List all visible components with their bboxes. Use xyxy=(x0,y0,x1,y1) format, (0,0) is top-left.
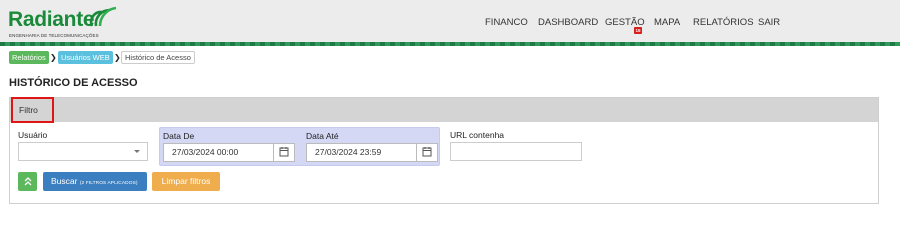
calendar-icon xyxy=(279,147,289,157)
page-title: HISTÓRICO DE ACESSO xyxy=(9,77,138,89)
search-button-note: (2 FILTROS APLICADOS) xyxy=(79,181,138,186)
filter-panel-header[interactable]: Filtro xyxy=(10,97,878,123)
highlight-box xyxy=(11,97,54,123)
nav-item-sair[interactable]: SAIR xyxy=(758,17,780,28)
data-ate-label: Data Até xyxy=(306,131,339,141)
double-chevron-up-icon xyxy=(24,177,31,186)
caret-down-icon xyxy=(134,150,140,153)
clear-filters-button[interactable]: Limpar filtros xyxy=(152,172,220,191)
nav-item-dashboard[interactable]: DASHBOARD xyxy=(538,17,598,28)
nav-item-financo[interactable]: FINANCO xyxy=(485,17,528,28)
breadcrumb-item-current: Histórico de Acesso xyxy=(121,51,195,64)
breadcrumb-item-relatorios[interactable]: Relatórios xyxy=(9,51,49,64)
nav-item-relatorios[interactable]: RELATÓRIOS xyxy=(693,17,754,28)
notification-badge: 15 xyxy=(634,27,642,34)
calendar-button-data-ate[interactable] xyxy=(416,143,438,162)
search-button-label: Buscar xyxy=(51,176,78,186)
top-navbar: Radiante ENGENHARIA DE TELECOMUNICAÇÕES … xyxy=(0,0,900,43)
breadcrumb-item-usuarios-web[interactable]: Usuários WEB xyxy=(58,51,113,64)
calendar-icon xyxy=(422,147,432,157)
data-ate-input[interactable]: 27/03/2024 23:59 xyxy=(306,143,417,162)
date-range-group: Data De Data Até 27/03/2024 00:00 27/03/… xyxy=(159,127,440,166)
brand-name: Radiante xyxy=(8,8,95,31)
collapse-filter-button[interactable] xyxy=(18,172,37,191)
signal-arcs-icon xyxy=(89,6,117,27)
data-de-input[interactable]: 27/03/2024 00:00 xyxy=(163,143,274,162)
chevron-right-icon: ❯ xyxy=(114,53,121,62)
chevron-right-icon: ❯ xyxy=(50,53,57,62)
usuario-label: Usuário xyxy=(18,130,48,140)
data-de-label: Data De xyxy=(163,131,195,141)
calendar-button-data-de[interactable] xyxy=(273,143,295,162)
brand-tagline: ENGENHARIA DE TELECOMUNICAÇÕES xyxy=(9,33,99,38)
usuario-select[interactable] xyxy=(18,142,148,161)
header-stripe xyxy=(0,42,900,46)
search-button[interactable]: Buscar (2 FILTROS APLICADOS) xyxy=(43,172,147,191)
brand-logo[interactable]: Radiante ENGENHARIA DE TELECOMUNICAÇÕES xyxy=(8,4,118,40)
url-input[interactable] xyxy=(450,142,582,161)
url-label: URL contenha xyxy=(450,130,505,140)
nav-item-mapa[interactable]: MAPA xyxy=(654,17,680,28)
